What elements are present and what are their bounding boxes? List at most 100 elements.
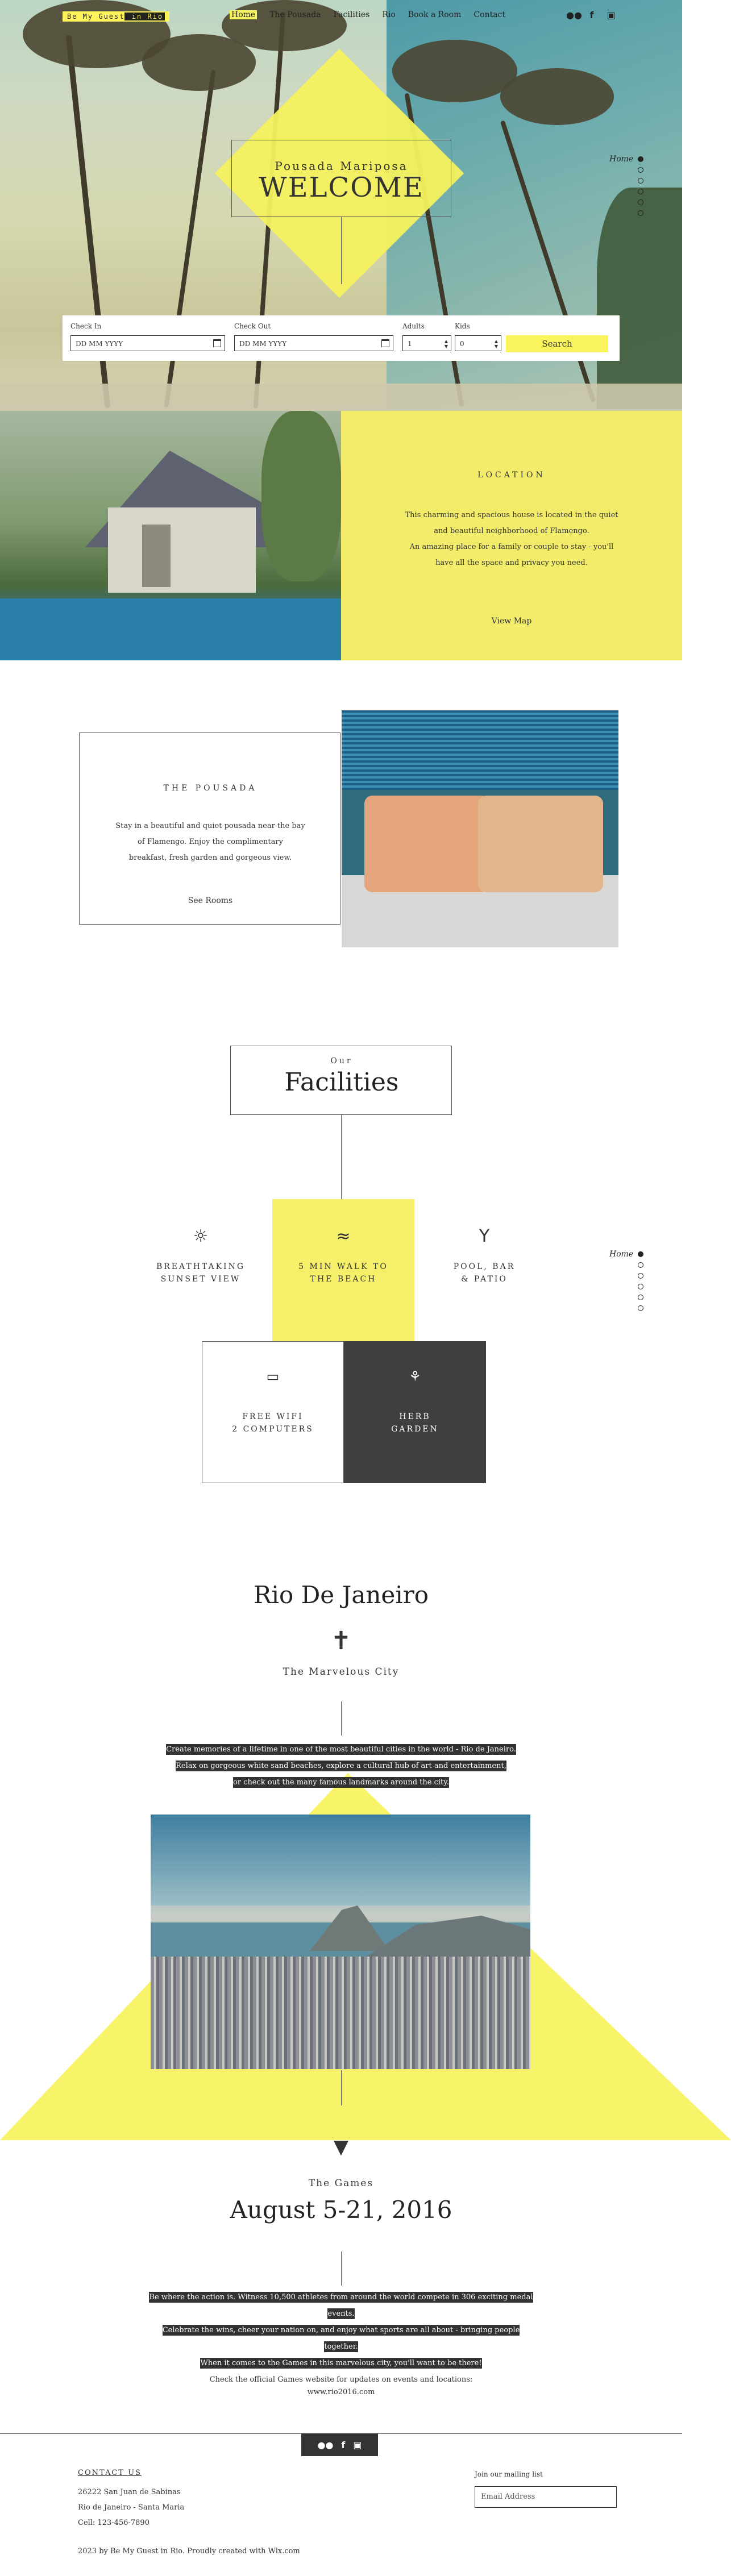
side-nav-dot[interactable] <box>638 1284 643 1289</box>
adults-value: 1 <box>408 340 412 348</box>
tripadvisor-icon[interactable]: ●● <box>317 2440 333 2450</box>
location-line: An amazing place for a family or couple … <box>409 543 614 551</box>
side-nav-dot[interactable] <box>638 189 643 194</box>
location-panel: LOCATION This charming and spacious hous… <box>341 411 682 660</box>
side-nav-dot[interactable] <box>638 167 643 173</box>
logo-text: Be My Guest <box>67 13 125 20</box>
nav-home[interactable]: Home <box>230 10 257 19</box>
pousada-line: of Flamengo. Enjoy the complimentary <box>138 838 283 846</box>
side-nav-dot[interactable] <box>638 1262 643 1268</box>
rio-line: or check out the many famous landmarks a… <box>232 1777 449 1788</box>
nav-facilities[interactable]: Facilities <box>333 10 369 19</box>
facebook-icon[interactable]: f <box>341 2440 345 2450</box>
checkout-field[interactable]: DD MM YYYY <box>234 335 393 351</box>
games-line: When it comes to the Games in this marve… <box>200 2358 482 2369</box>
facility-beach: 5 MIN WALK TO THE BEACH <box>286 1260 400 1285</box>
pillows-image <box>342 710 618 947</box>
checkout-label: Check Out <box>234 322 271 330</box>
booking-form: Check In DD MM YYYY Check Out DD MM YYYY… <box>63 315 620 361</box>
nav-the-pousada[interactable]: The Pousada <box>269 10 321 19</box>
house-image <box>0 411 341 660</box>
games-description: Be where the action is. Witness 10,500 a… <box>148 2289 534 2371</box>
page: Be My Guest in Rio Home The Pousada Faci… <box>0 0 731 2576</box>
nav-rio[interactable]: Rio <box>382 10 395 19</box>
side-nav-dot[interactable] <box>638 156 643 162</box>
rio-description: Create memories of a lifetime in one of … <box>165 1741 517 1791</box>
headboard <box>342 710 618 790</box>
side-nav-dot[interactable] <box>638 1273 643 1279</box>
facility-line: FREE WIFI <box>242 1412 304 1421</box>
site-logo[interactable]: Be My Guest in Rio <box>63 11 170 22</box>
facility-wifi: FREE WIFI 2 COMPUTERS <box>216 1410 330 1435</box>
facility-line: GARDEN <box>391 1425 439 1434</box>
games-website-link[interactable]: www.rio2016.com <box>0 2386 682 2399</box>
house-door <box>142 525 171 587</box>
search-button[interactable]: Search <box>506 335 608 352</box>
laptop-icon: ▭ <box>266 1368 280 1384</box>
tree <box>261 411 341 581</box>
side-nav-dot[interactable] <box>638 210 643 216</box>
facility-line: HERB <box>399 1412 431 1421</box>
location-line: have all the space and privacy you need. <box>435 559 588 567</box>
stepper-arrows-icon[interactable]: ▲ ▼ <box>445 339 448 349</box>
adults-stepper[interactable]: 1 ▲ ▼ <box>402 335 451 351</box>
adults-label: Adults <box>402 322 425 330</box>
facebook-icon[interactable]: f <box>585 9 598 22</box>
contact-heading: CONTACT US <box>78 2469 142 2477</box>
hero-section: Be My Guest in Rio Home The Pousada Faci… <box>0 0 682 411</box>
location-line: This charming and spacious house is loca… <box>405 511 618 519</box>
games-line: Be where the action is. Witness 10,500 a… <box>149 2292 533 2319</box>
sun-icon: ☼ <box>193 1226 209 1246</box>
facility-line: THE BEACH <box>310 1275 377 1284</box>
instagram-icon[interactable]: ▣ <box>605 9 617 22</box>
side-nav-dot[interactable] <box>638 1295 643 1300</box>
side-nav-dot[interactable] <box>638 1251 643 1257</box>
house-wall <box>108 507 256 593</box>
rio-line: Create memories of a lifetime in one of … <box>166 1744 516 1755</box>
stepper-arrows-icon[interactable]: ▲ ▼ <box>495 339 498 349</box>
side-nav-dots <box>638 156 643 216</box>
divider-line <box>341 1701 342 1736</box>
side-nav-dot[interactable] <box>638 199 643 205</box>
games-line: Celebrate the wins, cheer your nation on… <box>162 2325 520 2352</box>
side-nav-dot[interactable] <box>638 178 643 184</box>
facility-line: BREATHTAKING <box>156 1262 246 1271</box>
address-line: 26222 San Juan de Sabinas <box>78 2488 181 2496</box>
view-map-link[interactable]: View Map <box>341 617 682 626</box>
checkin-label: Check In <box>70 322 102 330</box>
facility-line: POOL, BAR <box>453 1262 516 1271</box>
footer-social-links: ●● f ▣ <box>301 2433 378 2456</box>
facility-line: & PATIO <box>461 1275 508 1284</box>
see-rooms-link[interactable]: See Rooms <box>80 896 341 905</box>
pillow <box>478 796 603 892</box>
nav-book-a-room[interactable]: Book a Room <box>408 10 462 19</box>
location-description: This charming and spacious house is loca… <box>341 507 682 571</box>
side-nav-dot[interactable] <box>638 1305 643 1311</box>
calendar-icon[interactable] <box>213 339 221 347</box>
instagram-icon[interactable]: ▣ <box>353 2440 362 2450</box>
facility-sunset: BREATHTAKING SUNSET VIEW <box>144 1260 257 1285</box>
facility-line: SUNSET VIEW <box>160 1275 241 1284</box>
calendar-icon[interactable] <box>381 339 389 347</box>
hill-image <box>597 188 682 409</box>
checkin-field[interactable]: DD MM YYYY <box>70 335 225 351</box>
rio-title: Rio De Janeiro <box>253 1581 429 1609</box>
rio-city-image <box>151 1815 530 2069</box>
email-field[interactable]: Email Address <box>475 2486 617 2508</box>
cocktail-icon: Y <box>479 1226 490 1246</box>
tripadvisor-icon[interactable]: ●● <box>566 9 582 22</box>
kids-value: 0 <box>460 340 464 348</box>
kids-stepper[interactable]: 0 ▲ ▼ <box>455 335 501 351</box>
facilities-title-frame: Our Facilities <box>230 1046 452 1115</box>
top-nav-bar: Be My Guest in Rio Home The Pousada Faci… <box>0 0 682 32</box>
facility-herb: HERB GARDEN <box>358 1410 472 1435</box>
rio-line: Relax on gorgeous white sand beaches, ex… <box>176 1761 506 1771</box>
facilities-title: Facilities <box>284 1068 399 1097</box>
palm-tree-image <box>500 68 614 125</box>
christ-statue-icon: ✝ <box>330 1626 352 1655</box>
rio-subtitle: The Marvelous City <box>283 1666 400 1678</box>
nav-contact[interactable]: Contact <box>474 10 505 19</box>
side-nav-dots <box>638 1251 643 1311</box>
address-line: Rio de Janeiro - Santa Maria <box>78 2503 185 2512</box>
games-label: The Games <box>308 2178 374 2189</box>
